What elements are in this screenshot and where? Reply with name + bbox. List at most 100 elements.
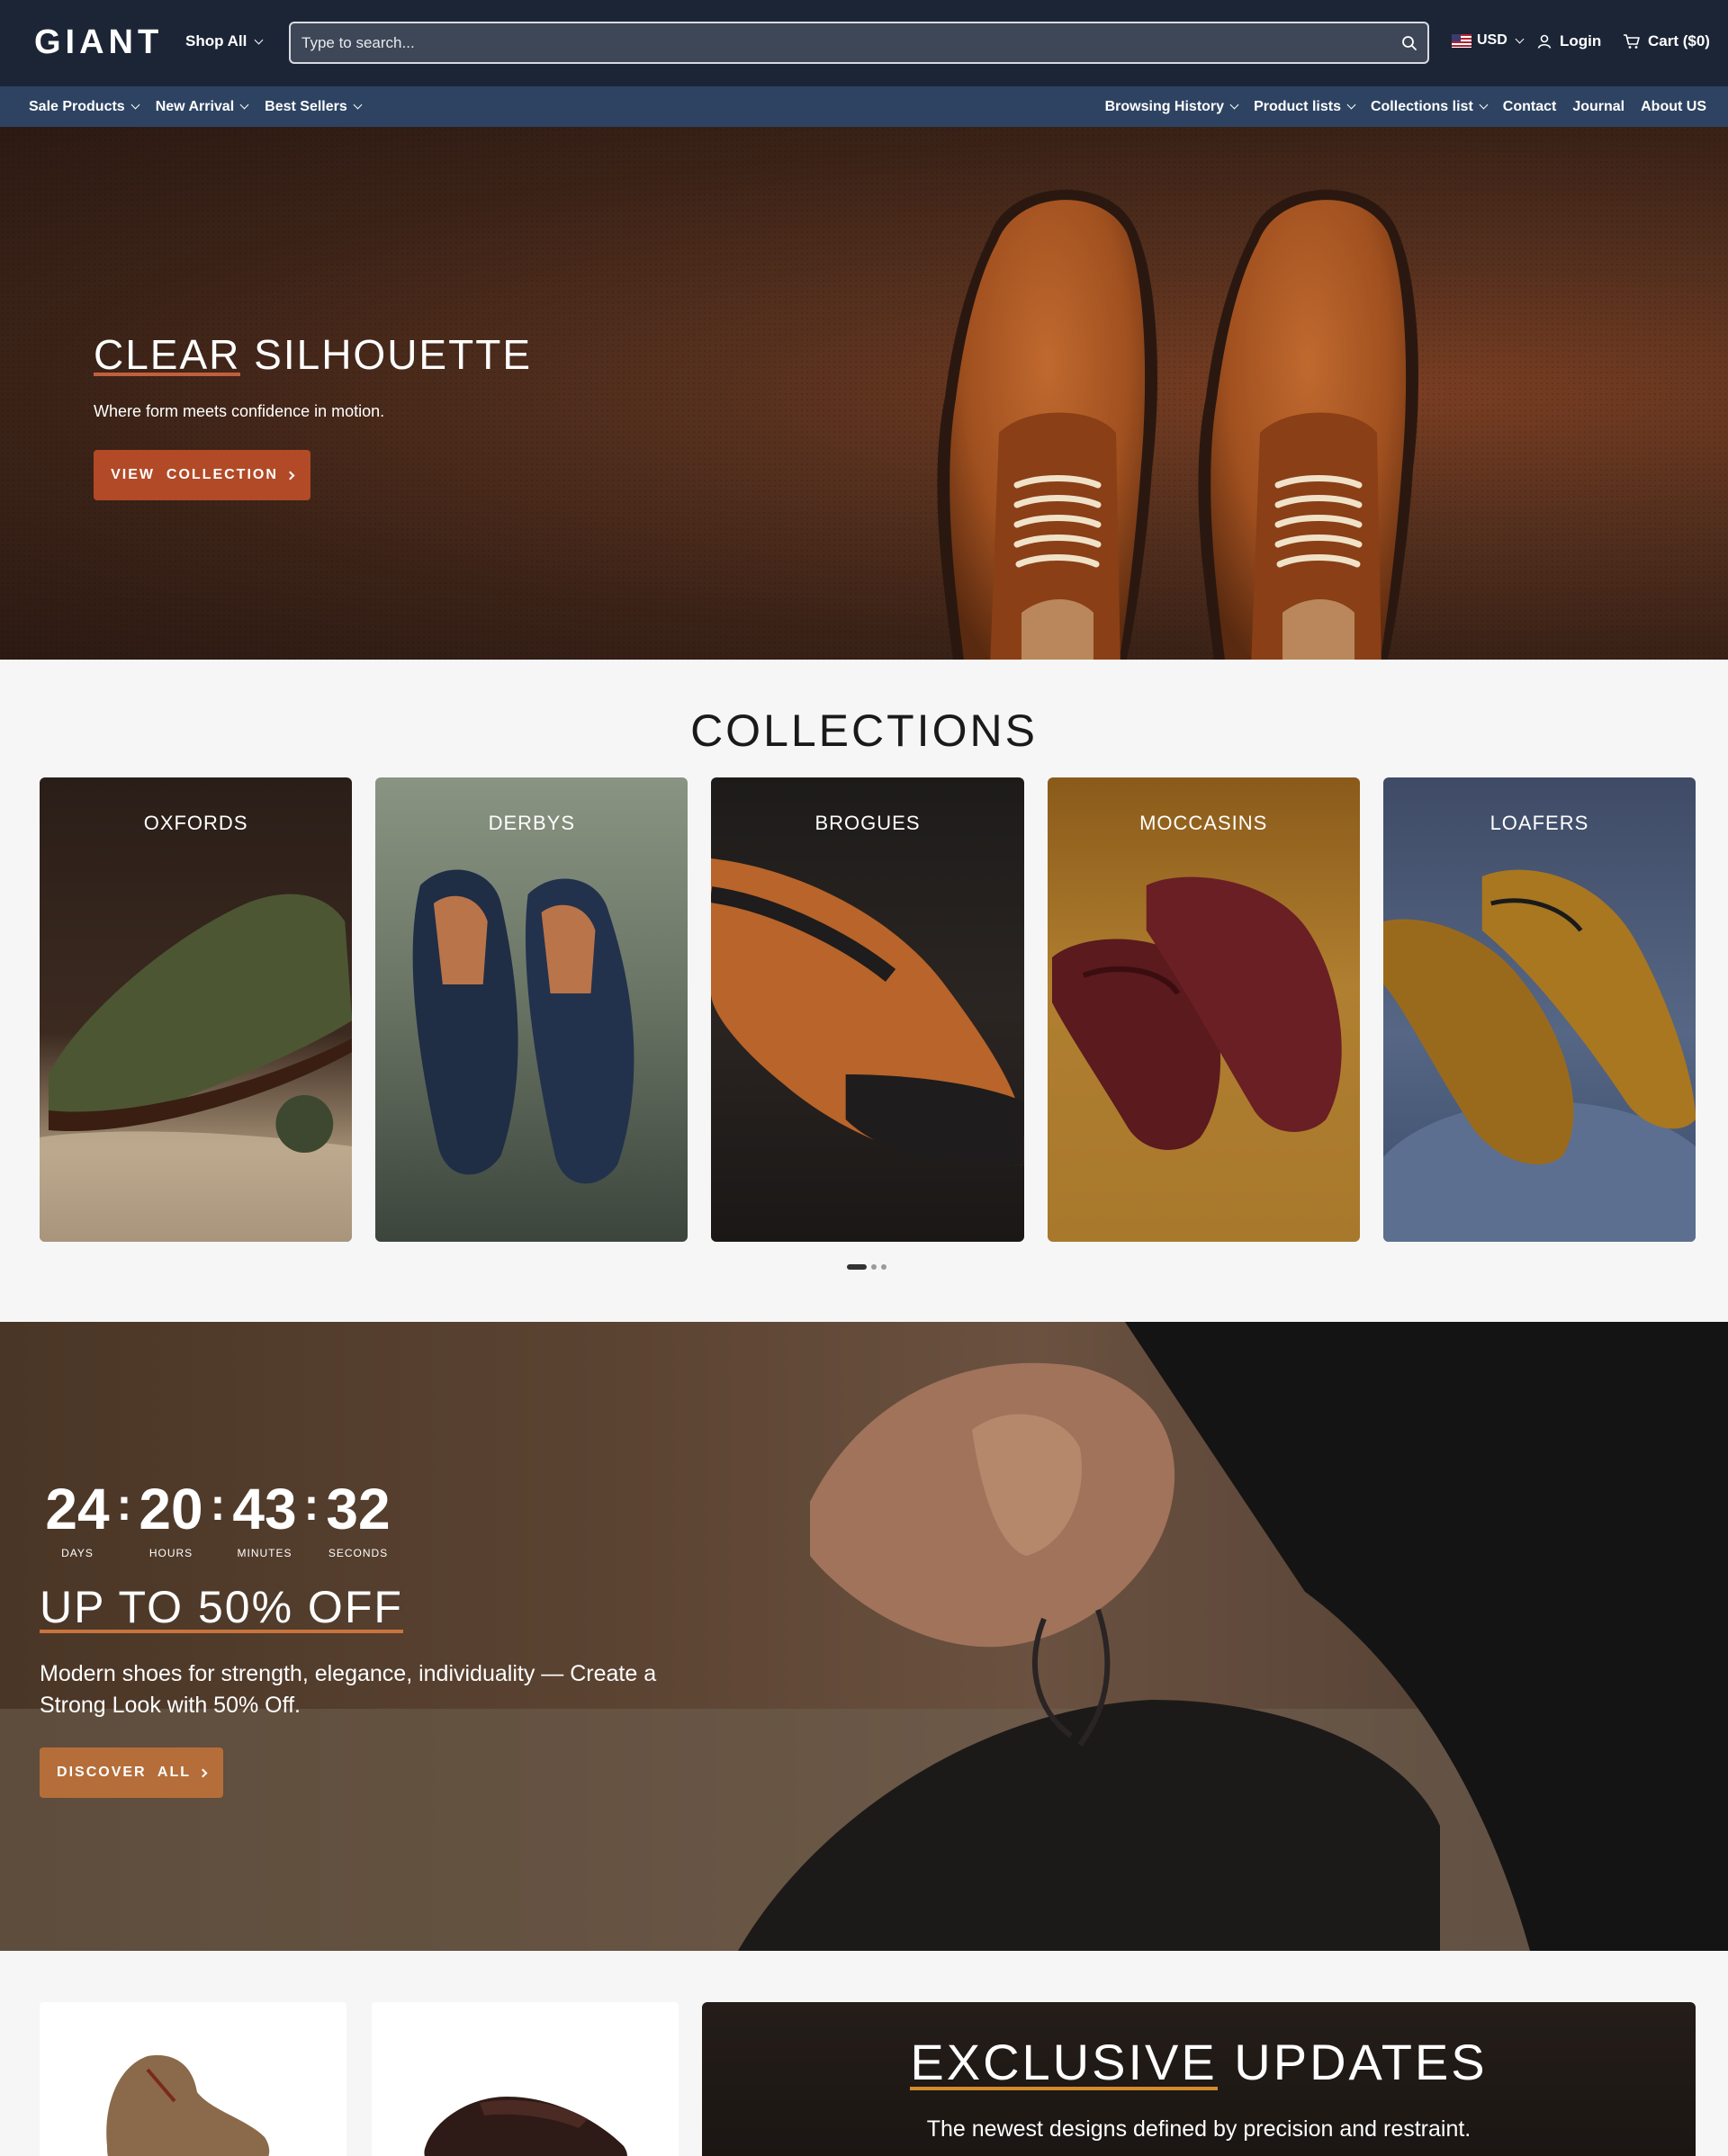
- hero-shoes-image: [937, 189, 1418, 660]
- chukka-boot-image: [106, 2055, 270, 2156]
- shop-all-label: Shop All: [185, 32, 248, 49]
- product-card[interactable]: [372, 2002, 679, 2156]
- chevron-down-icon: [239, 100, 249, 110]
- nav-label: Collections list: [1370, 98, 1473, 114]
- chevron-down-icon: [254, 35, 264, 44]
- chevron-down-icon: [1229, 100, 1239, 110]
- countdown-days: 24 DAYS: [40, 1480, 115, 1559]
- chevron-down-icon: [1346, 100, 1356, 110]
- nav-contact[interactable]: Contact: [1503, 99, 1557, 115]
- nav-label: Product lists: [1254, 98, 1341, 114]
- chevron-down-icon: [130, 100, 140, 110]
- collection-card-moccasins[interactable]: MOCCASINS: [1047, 777, 1360, 1242]
- nav-label: Sale Products: [29, 98, 125, 114]
- countdown-timer: 24 DAYS : 20 HOURS : 43 MINUTES : 32 SECONDS: [40, 1480, 396, 1559]
- loafer-shoes-image: [1382, 869, 1696, 1242]
- exclusive-updates-title: EXCLUSIVE UPDATES: [702, 2033, 1696, 2091]
- countdown-seconds: 32 SECONDS: [320, 1480, 396, 1559]
- nav-label: Contact: [1502, 98, 1557, 114]
- chevron-right-icon: [285, 471, 295, 480]
- countdown-separator: :: [116, 1479, 132, 1530]
- days-value: 24: [45, 1477, 110, 1541]
- nav-label: About US: [1641, 98, 1706, 114]
- collection-card-brogues[interactable]: BROGUES: [711, 777, 1024, 1242]
- chevron-right-icon: [198, 1768, 208, 1777]
- hours-value: 20: [139, 1477, 203, 1541]
- exclusive-updates-panel: EXCLUSIVE UPDATES The newest designs def…: [702, 2002, 1696, 2156]
- minutes-label: MINUTES: [237, 1547, 292, 1559]
- nav-label: New Arrival: [155, 98, 235, 114]
- derby-shoes-image: [412, 869, 634, 1184]
- view-collection-button[interactable]: VIEW COLLECTION: [94, 450, 310, 500]
- collection-label: OXFORDS: [143, 812, 248, 834]
- brogue-shoe-image: [711, 858, 1024, 1166]
- days-label: DAYS: [61, 1547, 94, 1559]
- cart-icon: [1624, 34, 1640, 49]
- nav-sale-products[interactable]: Sale Products: [29, 98, 140, 115]
- nav-new-arrival[interactable]: New Arrival: [155, 98, 249, 115]
- search-bar: [289, 22, 1429, 64]
- nav-journal[interactable]: Journal: [1572, 99, 1624, 115]
- chevron-down-icon: [353, 100, 363, 110]
- countdown-minutes: 43 MINUTES: [227, 1480, 302, 1559]
- nav-label: Journal: [1572, 98, 1625, 114]
- oxford-shoe-image: [40, 894, 353, 1242]
- carousel-dot-1[interactable]: [847, 1264, 867, 1270]
- collection-card-derbys[interactable]: DERBYS: [375, 777, 688, 1242]
- cart-link[interactable]: Cart ($0): [1623, 32, 1710, 50]
- exclusive-title-highlight: EXCLUSIVE: [910, 2034, 1218, 2090]
- minutes-value: 43: [232, 1477, 297, 1541]
- seconds-value: 32: [326, 1477, 391, 1541]
- collection-card-oxfords[interactable]: OXFORDS: [40, 777, 353, 1242]
- top-header: GIANT Shop All USD Login Cart ($0): [0, 0, 1728, 86]
- cart-label: Cart ($0): [1648, 32, 1710, 49]
- nav-best-sellers[interactable]: Best Sellers: [265, 98, 363, 115]
- seconds-label: SECONDS: [328, 1547, 389, 1559]
- exclusive-title-rest: UPDATES: [1217, 2034, 1488, 2090]
- site-logo[interactable]: GIANT: [34, 23, 163, 62]
- nav-about-us[interactable]: About US: [1641, 99, 1706, 115]
- collection-label: DERBYS: [488, 812, 576, 834]
- nav-product-lists[interactable]: Product lists: [1254, 98, 1356, 115]
- login-link[interactable]: Login: [1536, 32, 1601, 50]
- hero-title-rest: SILHOUETTE: [240, 331, 532, 378]
- sale-banner: 24 DAYS : 20 HOURS : 43 MINUTES : 32 SECONDS…: [0, 1322, 1728, 1951]
- view-collection-label: VIEW COLLECTION: [111, 467, 278, 482]
- chevron-down-icon: [1515, 34, 1525, 43]
- login-label: Login: [1560, 32, 1602, 49]
- main-navigation: Sale Products New Arrival Best Sellers B…: [0, 86, 1728, 127]
- carousel-dot-3[interactable]: [881, 1264, 886, 1270]
- sale-description: Modern shoes for strength, elegance, ind…: [40, 1661, 657, 1718]
- discover-all-button[interactable]: DISCOVER ALL: [40, 1747, 223, 1798]
- hours-label: HOURS: [148, 1547, 194, 1559]
- hero-title-highlight: CLEAR: [94, 331, 241, 378]
- lacing-shoe-background-image: [0, 1322, 1728, 1951]
- hero-subtitle: Where form meets confidence in motion.: [94, 402, 385, 420]
- nav-browsing-history[interactable]: Browsing History: [1105, 99, 1239, 115]
- countdown-hours: 20 HOURS: [133, 1480, 209, 1559]
- search-icon[interactable]: [1391, 25, 1427, 61]
- user-icon: [1537, 34, 1552, 49]
- shop-all-menu[interactable]: Shop All: [185, 32, 264, 50]
- us-flag-icon: [1452, 33, 1472, 48]
- currency-label: USD: [1477, 32, 1508, 48]
- currency-selector[interactable]: USD: [1452, 32, 1525, 49]
- sale-title: UP TO 50% OFF: [40, 1582, 403, 1633]
- collections-heading: COLLECTIONS: [690, 705, 1038, 756]
- collection-label: LOAFERS: [1490, 812, 1589, 834]
- collection-card-loafers[interactable]: LOAFERS: [1382, 777, 1696, 1242]
- nav-label: Best Sellers: [265, 98, 347, 114]
- loafer-image: [424, 2097, 627, 2156]
- chevron-down-icon: [1479, 100, 1489, 110]
- hero-title: CLEAR SILHOUETTE: [94, 330, 532, 379]
- search-input[interactable]: [291, 33, 1391, 52]
- carousel-dot-2[interactable]: [871, 1264, 877, 1270]
- hero-banner: CLEAR SILHOUETTE Where form meets confid…: [0, 127, 1728, 660]
- collection-label: MOCCASINS: [1139, 812, 1268, 834]
- collections-carousel: OXFORDS DERBYS BROGUES MOCCASINS LOAFERS: [40, 777, 1696, 1242]
- countdown-separator: :: [210, 1479, 226, 1530]
- moccasin-shoes-image: [1051, 876, 1342, 1150]
- countdown-separator: :: [303, 1479, 320, 1530]
- nav-collections-list[interactable]: Collections list: [1370, 98, 1489, 115]
- product-card[interactable]: [40, 2002, 346, 2156]
